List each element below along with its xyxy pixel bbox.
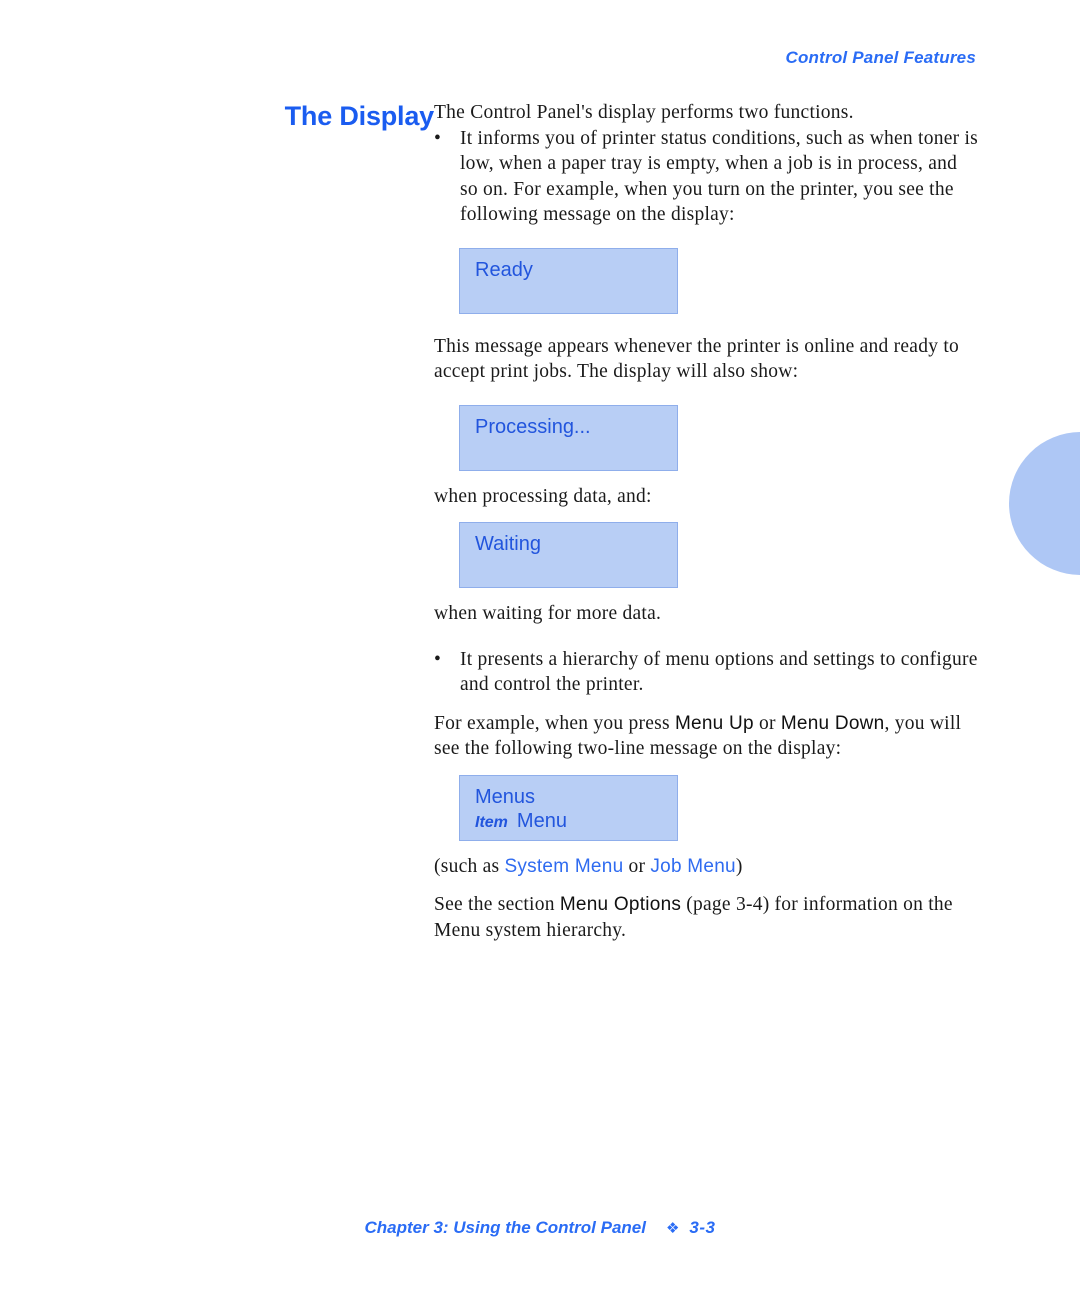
term-job-menu: Job Menu bbox=[650, 855, 736, 877]
bullet-1-text: It informs you of printer status conditi… bbox=[460, 127, 979, 226]
such-as-tail: ) bbox=[735, 855, 743, 877]
display-menus-item-value: Menu bbox=[516, 809, 567, 832]
bullet-marker-icon: • bbox=[434, 648, 441, 670]
bullet-item-1: • It informs you of printer status condi… bbox=[434, 126, 979, 228]
example-lead: For example, when you press bbox=[434, 712, 675, 734]
document-page: Control Panel Features The Display The C… bbox=[0, 0, 1080, 1296]
bullet-item-2: • It presents a hierarchy of menu option… bbox=[434, 647, 979, 698]
page-footer: Chapter 3: Using the Control Panel ❖ 3-3 bbox=[0, 1218, 1080, 1238]
diamond-icon: ❖ bbox=[665, 1220, 680, 1237]
footer-chapter: Chapter 3: Using the Control Panel bbox=[364, 1218, 646, 1237]
bullet-2-text: It presents a hierarchy of menu options … bbox=[460, 648, 978, 696]
display-menus-item-label: Item bbox=[475, 813, 508, 831]
intro-paragraph: The Control Panel's display performs two… bbox=[434, 102, 854, 123]
display-box-processing: Processing... bbox=[459, 404, 678, 471]
display-ready-line1: Ready bbox=[475, 258, 533, 281]
such-as-mid: or bbox=[623, 855, 651, 877]
term-system-menu: System Menu bbox=[504, 855, 624, 877]
display-box-waiting: Waiting bbox=[459, 522, 678, 588]
display-menus-line1: Menus bbox=[475, 785, 536, 808]
after-processing-paragraph: when processing data, and: bbox=[434, 485, 652, 507]
term-menu-options: Menu Options bbox=[559, 894, 682, 915]
such-as-lead: (such as bbox=[434, 855, 505, 877]
running-header: Control Panel Features bbox=[785, 48, 976, 67]
body-column: The Control Panel's display performs two… bbox=[434, 100, 979, 943]
key-menu-down: Menu Down bbox=[780, 712, 885, 734]
after-waiting-paragraph: when waiting for more data. bbox=[434, 603, 662, 624]
see-section-paragraph: See the section Menu Options (page 3-4) … bbox=[434, 892, 979, 943]
display-processing-line1: Processing... bbox=[475, 415, 591, 438]
display-box-ready: Ready bbox=[459, 247, 678, 314]
example-paragraph: For example, when you press Menu Up or M… bbox=[434, 711, 979, 762]
display-menus-line2: Item Menu bbox=[475, 809, 677, 835]
example-mid: or bbox=[753, 712, 781, 734]
side-tab-marker bbox=[1009, 432, 1080, 575]
see-lead: See the section bbox=[434, 894, 560, 915]
section-title: The Display bbox=[284, 101, 435, 131]
display-waiting-line1: Waiting bbox=[475, 533, 541, 555]
such-as-paragraph: (such as System Menu or Job Menu) bbox=[434, 854, 979, 880]
bullet-marker-icon: • bbox=[434, 127, 441, 149]
key-menu-up: Menu Up bbox=[674, 712, 754, 734]
display-box-menus: Menus Item Menu bbox=[459, 774, 678, 841]
footer-page-number: 3-3 bbox=[689, 1218, 716, 1237]
after-ready-paragraph: This message appears whenever the printe… bbox=[434, 335, 959, 383]
